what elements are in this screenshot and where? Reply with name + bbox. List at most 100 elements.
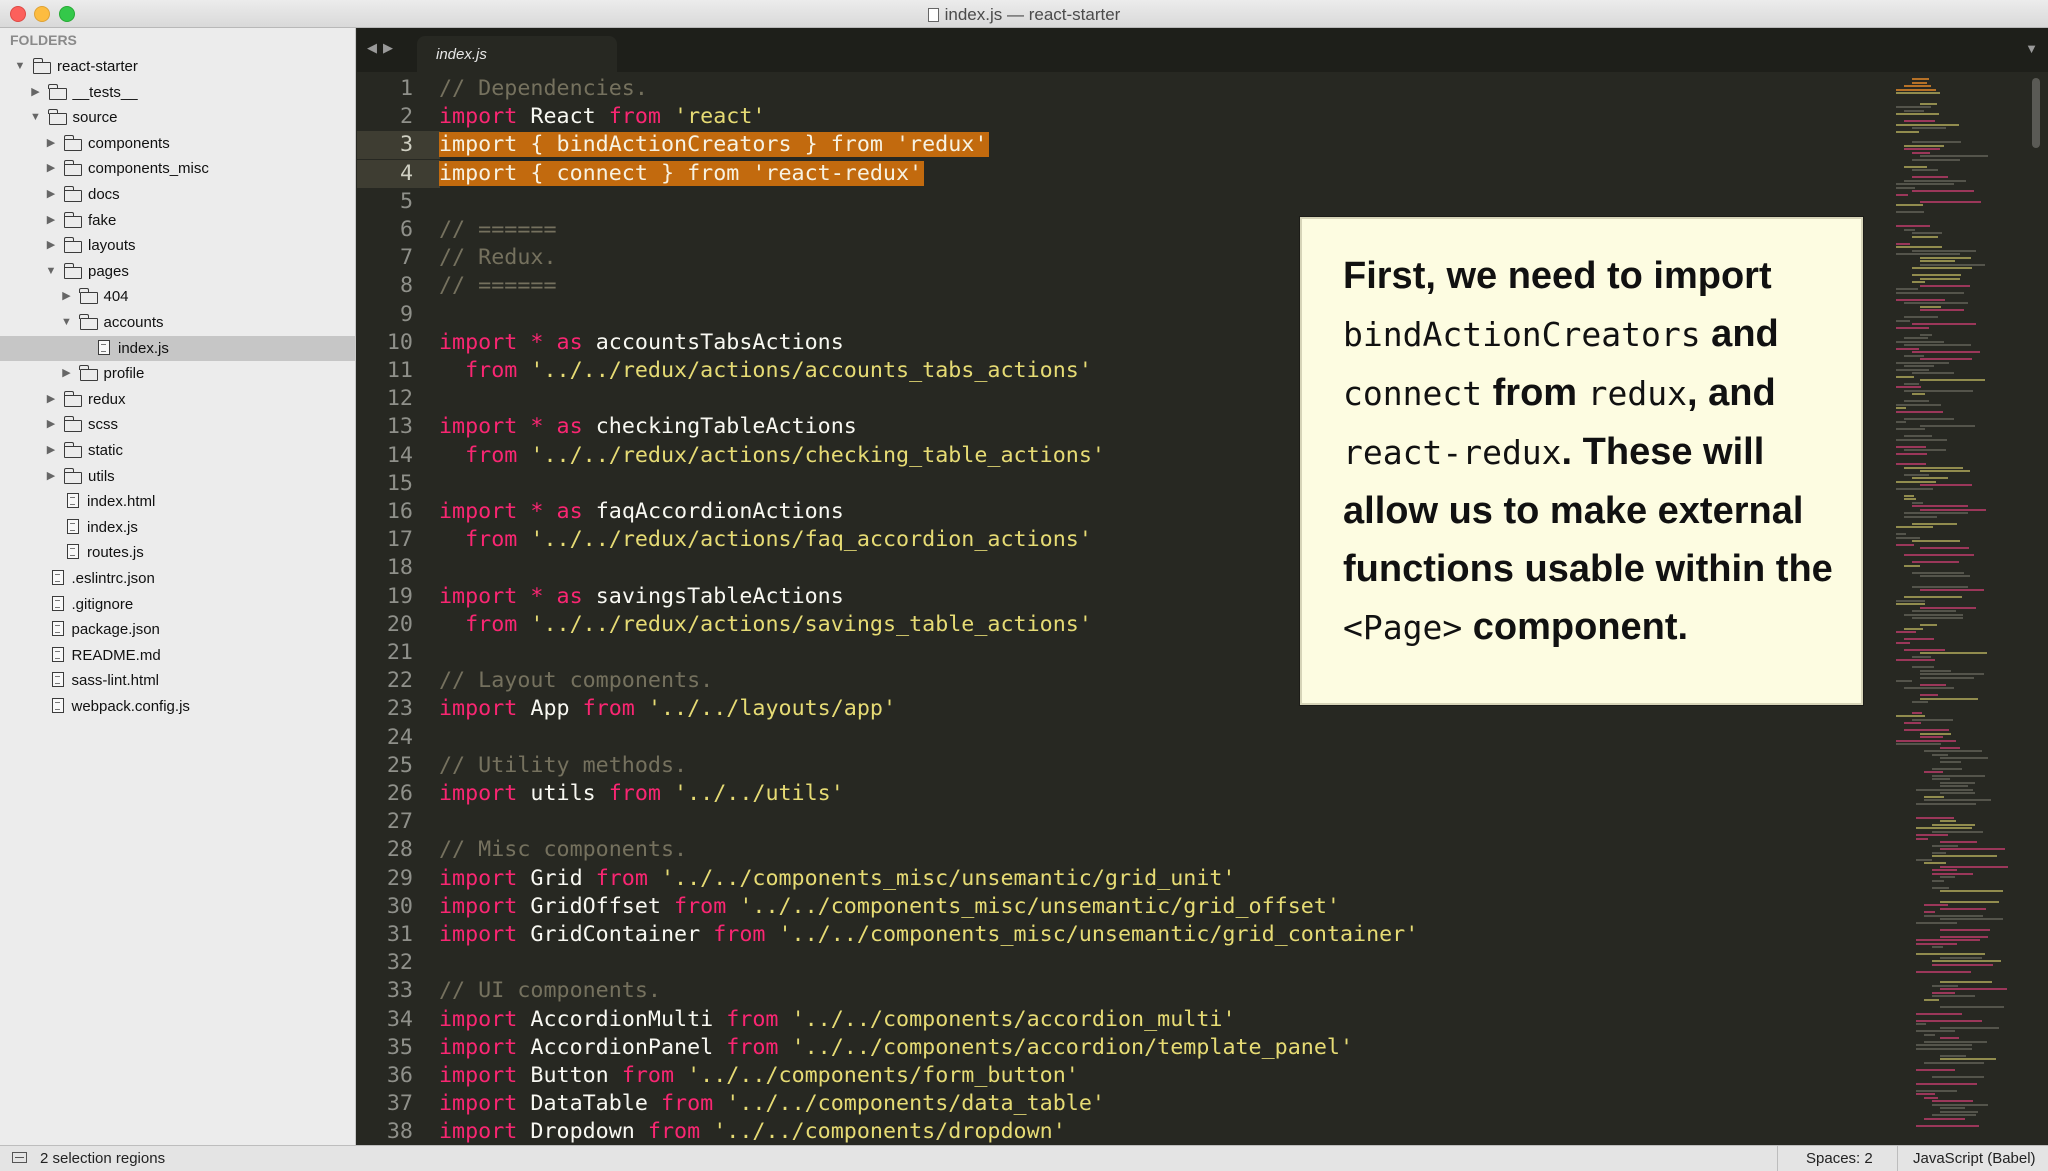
minimap-line — [1920, 575, 1970, 577]
tree-file-item[interactable]: .gitignore — [0, 592, 355, 617]
code-line[interactable]: 5 — [357, 188, 1891, 216]
tree-file-item[interactable]: README.md — [0, 643, 355, 668]
code-line[interactable]: 30 import GridOffset from '../../componen… — [357, 893, 1891, 921]
minimap-line — [1924, 771, 1944, 773]
disclosure-collapsed-icon[interactable]: ▶ — [61, 365, 73, 381]
panel-toggle-icon[interactable] — [12, 1152, 27, 1163]
minimap-line — [1904, 382, 1920, 385]
tree-folder-item[interactable]: ▶ docs — [0, 182, 355, 207]
tree-file-item[interactable]: index.html — [0, 489, 355, 514]
indentation-status[interactable]: Spaces: 2 — [1806, 1150, 1873, 1167]
disclosure-collapsed-icon[interactable]: ▶ — [45, 442, 57, 458]
code-token: from — [608, 104, 661, 130]
tab-dropdown-icon[interactable]: ▼ — [2025, 41, 2038, 56]
tree-folder-item[interactable]: ▶ components — [0, 131, 355, 156]
code-token: from — [660, 1091, 714, 1117]
code-line[interactable]: 2 import React from 'react' — [357, 103, 1891, 131]
minimap-line — [1912, 176, 1949, 178]
minimap-line — [1912, 561, 1959, 563]
minimap-line — [1904, 316, 1939, 318]
code-line[interactable]: 3 import { bindActionCreators } from 'red… — [357, 131, 1891, 159]
syntax-status[interactable]: JavaScript (Babel) — [1913, 1150, 2036, 1167]
code-line[interactable]: 25 // Utility methods. — [357, 752, 1891, 780]
tree-folder-item[interactable]: ▶ redux — [0, 387, 355, 412]
tree-folder-item[interactable]: ▼ pages — [0, 259, 355, 284]
tree-file-item[interactable]: routes.js — [0, 540, 355, 565]
tab-navigation-arrows[interactable]: ◀▶ — [367, 40, 399, 56]
tree-folder-item[interactable]: ▶ utils — [0, 464, 355, 489]
minimap-line — [1940, 1005, 2005, 1008]
disclosure-collapsed-icon[interactable]: ▶ — [30, 84, 42, 100]
code-text: import AccordionPanel from '../../compon… — [439, 1034, 1353, 1062]
vertical-scrollbar-thumb[interactable] — [2032, 78, 2040, 148]
tree-folder-item[interactable]: ▼ source — [0, 105, 355, 130]
minimap-line — [1932, 844, 1959, 847]
minimap-line — [1904, 596, 1962, 598]
chevron-right-icon[interactable]: ▶ — [383, 40, 399, 55]
tree-folder-item[interactable]: ▶ __tests__ — [0, 80, 355, 105]
minimap-line — [1912, 249, 1977, 252]
code-token: // Redux. — [439, 245, 557, 271]
code-line[interactable]: 38 import Dropdown from '../../components… — [357, 1118, 1891, 1145]
file-icon — [51, 621, 64, 637]
disclosure-collapsed-icon[interactable]: ▶ — [45, 416, 57, 432]
tree-folder-item[interactable]: ▶ profile — [0, 361, 355, 386]
disclosure-collapsed-icon[interactable]: ▶ — [45, 135, 57, 151]
tree-folder-item[interactable]: ▶ components_misc — [0, 156, 355, 181]
code-line[interactable]: 24 — [357, 724, 1891, 752]
code-line[interactable]: 27 — [357, 808, 1891, 836]
disclosure-collapsed-icon[interactable]: ▶ — [61, 288, 73, 304]
minimap[interactable] — [1891, 72, 2048, 1145]
code-line[interactable]: 32 — [357, 949, 1891, 977]
tree-folder-item[interactable]: ▶ static — [0, 438, 355, 463]
tree-folder-item[interactable]: ▶ 404 — [0, 284, 355, 309]
minimap-line — [1920, 277, 1961, 280]
code-line[interactable]: 33 // UI components. — [357, 977, 1891, 1005]
disclosure-collapsed-icon[interactable]: ▶ — [45, 212, 57, 228]
minimap-line — [1920, 669, 1952, 672]
code-token: import — [439, 781, 518, 806]
disclosure-collapsed-icon[interactable]: ▶ — [45, 186, 57, 202]
minimap-line — [1924, 1117, 1965, 1120]
tree-file-item[interactable]: sass-lint.html — [0, 668, 355, 693]
disclosure-collapsed-icon[interactable]: ▶ — [45, 160, 57, 176]
code-line[interactable]: 34 import AccordionMulti from '../../comp… — [357, 1006, 1891, 1034]
disclosure-collapsed-icon[interactable]: ▶ — [45, 237, 57, 253]
code-line[interactable]: 4 import { connect } from 'react-redux' — [357, 160, 1891, 188]
tree-folder-item[interactable]: ▶ layouts — [0, 233, 355, 258]
tree-file-item[interactable]: webpack.config.js — [0, 694, 355, 719]
disclosure-expanded-icon[interactable]: ▼ — [45, 263, 57, 279]
code-line[interactable]: 1 // Dependencies. — [357, 75, 1891, 103]
tree-file-item[interactable]: package.json — [0, 617, 355, 642]
code-line[interactable]: 31 import GridContainer from '../../compo… — [357, 921, 1891, 949]
tree-file-item[interactable]: index.js — [0, 335, 355, 361]
tab-index-js[interactable]: index.js — [417, 36, 617, 72]
code-line[interactable]: 28 // Misc components. — [357, 836, 1891, 864]
disclosure-expanded-icon[interactable]: ▼ — [30, 109, 42, 125]
tree-item-label: static — [88, 442, 124, 459]
tree-folder-item[interactable]: ▼ react-starter — [0, 54, 355, 79]
disclosure-collapsed-icon[interactable]: ▶ — [45, 391, 57, 407]
sidebar: FOLDERS ▼ react-starter ▶ __tests__ ▼ source ▶… — [0, 28, 356, 1145]
minimap-line — [1896, 340, 1944, 343]
disclosure-expanded-icon[interactable]: ▼ — [14, 58, 26, 74]
chevron-left-icon[interactable]: ◀ — [367, 40, 383, 55]
code-line[interactable]: 26 import utils from '../../utils' — [357, 780, 1891, 808]
code-line[interactable]: 35 import AccordionPanel from '../../comp… — [357, 1034, 1891, 1062]
tree-folder-item[interactable]: ▼ accounts — [0, 310, 355, 335]
minimap-line — [1912, 610, 1956, 612]
line-number: 34 — [386, 1006, 413, 1032]
tree-file-item[interactable]: index.js — [0, 515, 355, 540]
line-number: 15 — [386, 470, 413, 496]
tree-file-item[interactable]: .eslintrc.json — [0, 566, 355, 591]
minimap-line — [1904, 354, 1924, 357]
disclosure-collapsed-icon[interactable]: ▶ — [45, 468, 57, 484]
tree-folder-item[interactable]: ▶ fake — [0, 208, 355, 233]
code-line[interactable]: 37 import DataTable from '../../component… — [357, 1090, 1891, 1118]
code-line[interactable]: 29 import Grid from '../../components_mis… — [357, 865, 1891, 893]
disclosure-expanded-icon[interactable]: ▼ — [61, 314, 73, 330]
code-line[interactable]: 36 import Button from '../../components/f… — [357, 1062, 1891, 1090]
tree-folder-item[interactable]: ▶ scss — [0, 412, 355, 437]
